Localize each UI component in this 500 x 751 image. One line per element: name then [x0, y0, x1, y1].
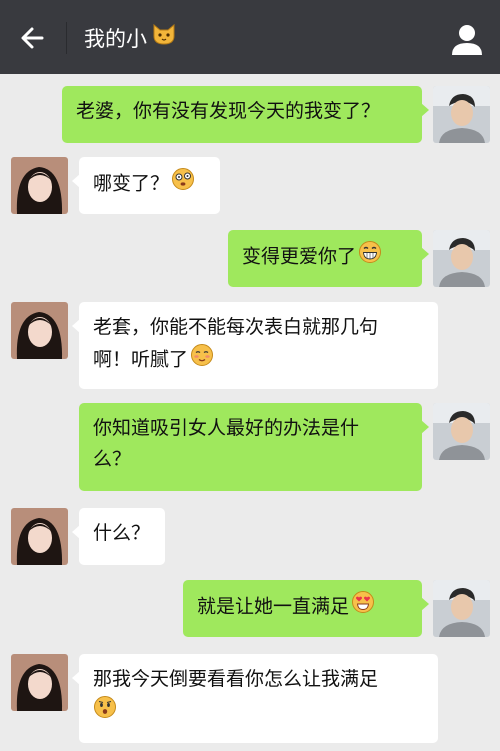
my-avatar[interactable]	[433, 580, 490, 637]
chat-title: 我的小	[84, 22, 177, 56]
heart-eyes-face-icon	[351, 590, 375, 624]
back-button[interactable]	[14, 20, 54, 56]
chat-title-text: 我的小	[84, 27, 147, 51]
my-avatar[interactable]	[433, 230, 490, 287]
message-bubble[interactable]: 你知道吸引女人最好的办法是什 么？	[79, 403, 429, 491]
message-bubble[interactable]: 那我今天倒要看看你怎么让我满足	[72, 654, 438, 743]
dizzy-face-icon	[171, 167, 195, 201]
contact-avatar[interactable]	[11, 157, 68, 214]
message-text: 变得更爱你了	[242, 245, 357, 268]
blushing-face-icon	[190, 343, 214, 377]
person-icon	[452, 25, 482, 55]
contact-avatar[interactable]	[11, 302, 68, 359]
cat-face-icon	[151, 22, 177, 56]
message-text: 哪变了？	[93, 172, 170, 195]
message-bubble[interactable]: 变得更爱你了	[228, 230, 429, 287]
contact-avatar[interactable]	[11, 508, 68, 565]
my-avatar[interactable]	[433, 403, 490, 460]
message-bubble[interactable]: 哪变了？	[72, 157, 220, 214]
chat-profile-button[interactable]	[448, 22, 486, 56]
message-text: 什么？	[93, 522, 151, 544]
header-divider	[66, 22, 67, 54]
message-bubble[interactable]: 什么？	[72, 508, 165, 565]
chat-header: 我的小	[0, 0, 500, 74]
message-text-line2: 么？	[93, 448, 132, 470]
contact-avatar[interactable]	[11, 654, 68, 711]
grin-face-icon	[358, 240, 382, 274]
message-bubble[interactable]: 就是让她一直满足	[183, 580, 429, 637]
surprised-face-icon	[93, 695, 117, 729]
message-text-line2: 啊！听腻了	[93, 348, 189, 371]
my-avatar[interactable]	[433, 86, 490, 143]
back-arrow-icon	[21, 27, 44, 49]
message-bubble[interactable]: 老婆，你有没有发现今天的我变了？	[62, 86, 429, 143]
message-text: 老婆，你有没有发现今天的我变了？	[76, 100, 381, 122]
message-bubble[interactable]: 老套，你能不能每次表白就那几句 啊！听腻了	[72, 302, 438, 389]
message-text: 老套，你能不能每次表白就那几句	[93, 316, 379, 338]
message-text: 那我今天倒要看看你怎么让我满足	[93, 668, 379, 690]
message-text: 就是让她一直满足	[197, 595, 350, 618]
message-text: 你知道吸引女人最好的办法是什	[93, 417, 360, 439]
